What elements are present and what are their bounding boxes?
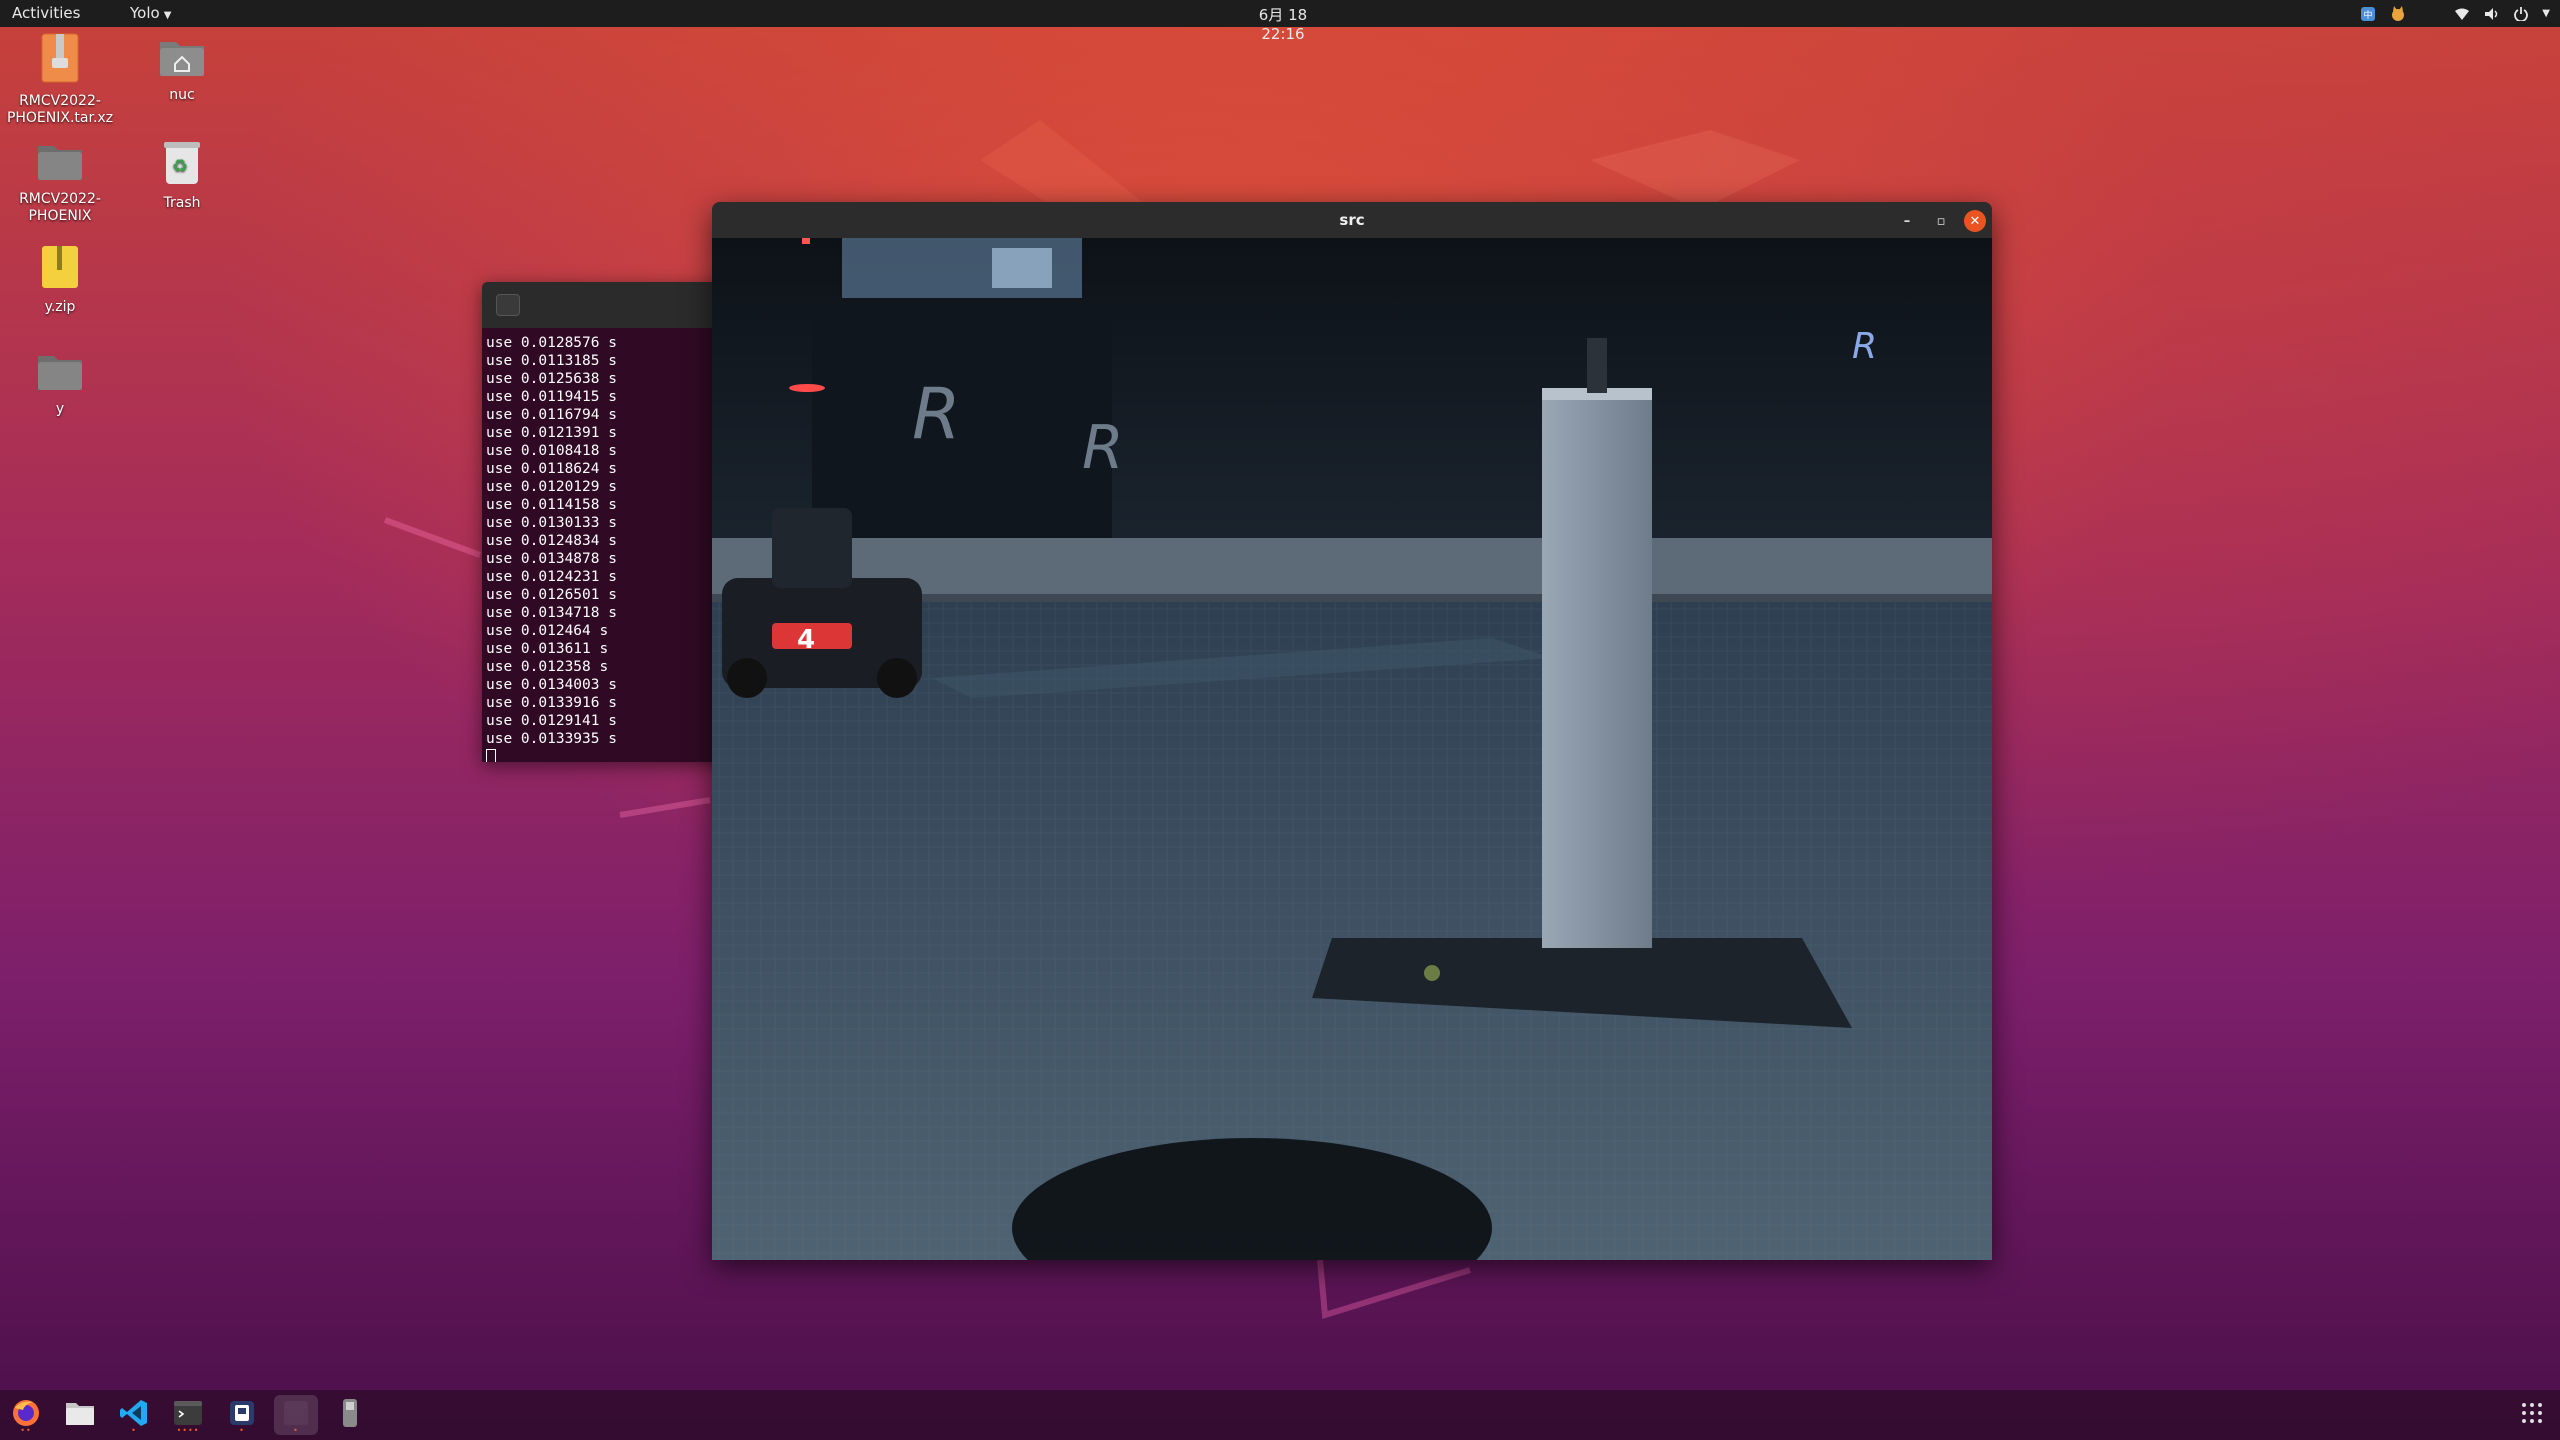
video-window-titlebar[interactable]: src – ▫ ✕ — [712, 202, 1992, 238]
usb-drive-icon — [340, 1398, 360, 1432]
new-tab-button[interactable] — [496, 294, 520, 316]
terminal-line: use 0.0134718 s — [486, 605, 617, 621]
terminal-line: use 0.012358 s — [486, 659, 609, 675]
running-indicator: •• — [20, 1426, 32, 1435]
desktop-icon-label: Trash — [163, 195, 201, 211]
window-title: src — [1339, 211, 1365, 229]
desktop-icon-zip[interactable]: y.zip — [0, 244, 120, 316]
svg-text:R: R — [912, 373, 961, 455]
desktop-icon-label: RMCV2022-PHOENIX.tar.xz — [6, 93, 114, 126]
terminal-line: use 0.0121391 s — [486, 425, 617, 441]
running-indicator: •••• — [176, 1426, 200, 1435]
close-button[interactable]: ✕ — [1964, 210, 1986, 232]
dock-item-usb-drive[interactable] — [328, 1395, 372, 1435]
terminal-line: use 0.0113185 s — [486, 353, 617, 369]
clock[interactable]: 6月 18 22:16 — [1238, 4, 1328, 43]
dock-item-firefox[interactable]: •• — [4, 1395, 48, 1435]
top-bar: Activities Yolo ▼ 6月 18 22:16 中 ▼ — [0, 0, 2560, 43]
dock-item-video-window[interactable]: • — [274, 1395, 318, 1435]
show-applications-button[interactable] — [2510, 1395, 2554, 1435]
screen-share-icon[interactable]: 中 — [2360, 6, 2376, 22]
camera-scene-image: R R R 4 — [712, 238, 1992, 1260]
terminal-line: use 0.0134878 s — [486, 551, 617, 567]
desktop-icon-folder[interactable]: y — [0, 350, 120, 418]
volume-icon[interactable] — [2484, 7, 2500, 21]
chevron-down-icon[interactable]: ▼ — [2542, 8, 2550, 19]
archive-icon — [0, 32, 120, 89]
terminal-line: use 0.0120129 s — [486, 479, 617, 495]
terminal-line: use 0.0133916 s — [486, 695, 617, 711]
minimize-button[interactable]: – — [1896, 210, 1918, 232]
desktop-icon-archive[interactable]: RMCV2022-PHOENIX.tar.xz — [0, 32, 120, 127]
terminal-line: use 0.0133935 s — [486, 731, 617, 747]
power-icon[interactable] — [2514, 6, 2529, 21]
zip-icon — [0, 244, 120, 295]
terminal-output[interactable]: use 0.0128576 s use 0.0113185 s use 0.01… — [482, 328, 742, 762]
cat-app-icon[interactable] — [2390, 5, 2406, 22]
app-menu[interactable]: Yolo ▼ — [130, 4, 171, 22]
desktop-icon-label: y — [55, 401, 65, 417]
dock-item-files[interactable] — [58, 1395, 102, 1435]
dock-item-app[interactable]: • — [220, 1395, 264, 1435]
desktop-icon-home[interactable]: nuc — [122, 36, 242, 104]
terminal-titlebar[interactable] — [482, 282, 742, 328]
desktop-icon-label: y.zip — [44, 299, 76, 315]
robot-car-number: 4 — [797, 625, 815, 655]
running-indicator: • — [239, 1426, 245, 1435]
terminal-line: use 0.0129141 s — [486, 713, 617, 729]
svg-text:R: R — [1852, 326, 1877, 367]
taskbar-dock: •• • •••• • • — [0, 1390, 2560, 1440]
terminal-line: use 0.0124834 s — [486, 533, 617, 549]
home-folder-icon — [122, 36, 242, 83]
terminal-line: use 0.0124231 s — [486, 569, 617, 585]
desktop-icon-label: RMCV2022-PHOENIX — [19, 191, 101, 224]
network-icon[interactable] — [2454, 7, 2470, 21]
terminal-line: use 0.013611 s — [486, 641, 609, 657]
desktop-icon-folder[interactable]: RMCV2022-PHOENIX — [0, 140, 120, 225]
system-tray[interactable]: 中 ▼ — [2360, 2, 2550, 25]
folder-icon — [0, 350, 120, 397]
folder-icon — [0, 140, 120, 187]
video-window[interactable]: src – ▫ ✕ R R R 4 — [712, 202, 1992, 1260]
terminal-line: use 0.0116794 s — [486, 407, 617, 423]
terminal-line: use 0.0134003 s — [486, 677, 617, 693]
terminal-line: use 0.0114158 s — [486, 497, 617, 513]
dock-item-vscode[interactable]: • — [112, 1395, 156, 1435]
svg-text:♻: ♻ — [172, 156, 188, 177]
trash-icon: ♻ — [122, 140, 242, 191]
desktop-icon-label: nuc — [169, 87, 195, 103]
activities-button[interactable]: Activities — [12, 4, 80, 22]
chevron-down-icon: ▼ — [163, 10, 172, 21]
app-menu-label: Yolo — [130, 4, 160, 22]
terminal-window[interactable]: use 0.0128576 s use 0.0113185 s use 0.01… — [482, 282, 742, 762]
terminal-line: use 0.0126501 s — [486, 587, 617, 603]
files-icon — [65, 1399, 95, 1431]
terminal-line: use 0.0128576 s — [486, 335, 617, 351]
terminal-line: use 0.0118624 s — [486, 461, 617, 477]
terminal-line: use 0.0125638 s — [486, 371, 617, 387]
svg-text:R: R — [1082, 413, 1124, 483]
maximize-button[interactable]: ▫ — [1930, 210, 1952, 232]
terminal-cursor — [486, 748, 496, 762]
terminal-line: use 0.012464 s — [486, 623, 609, 639]
svg-text:中: 中 — [2364, 9, 2373, 21]
terminal-line: use 0.0108418 s — [486, 443, 617, 459]
video-frame: R R R 4 — [712, 238, 1992, 1260]
desktop-icon-trash[interactable]: ♻ Trash — [122, 140, 242, 212]
dock-item-terminal[interactable]: •••• — [166, 1395, 210, 1435]
running-indicator: • — [131, 1426, 137, 1435]
show-applications-icon — [2521, 1402, 2543, 1428]
running-indicator: • — [293, 1426, 299, 1435]
terminal-line: use 0.0130133 s — [486, 515, 617, 531]
terminal-line: use 0.0119415 s — [486, 389, 617, 405]
